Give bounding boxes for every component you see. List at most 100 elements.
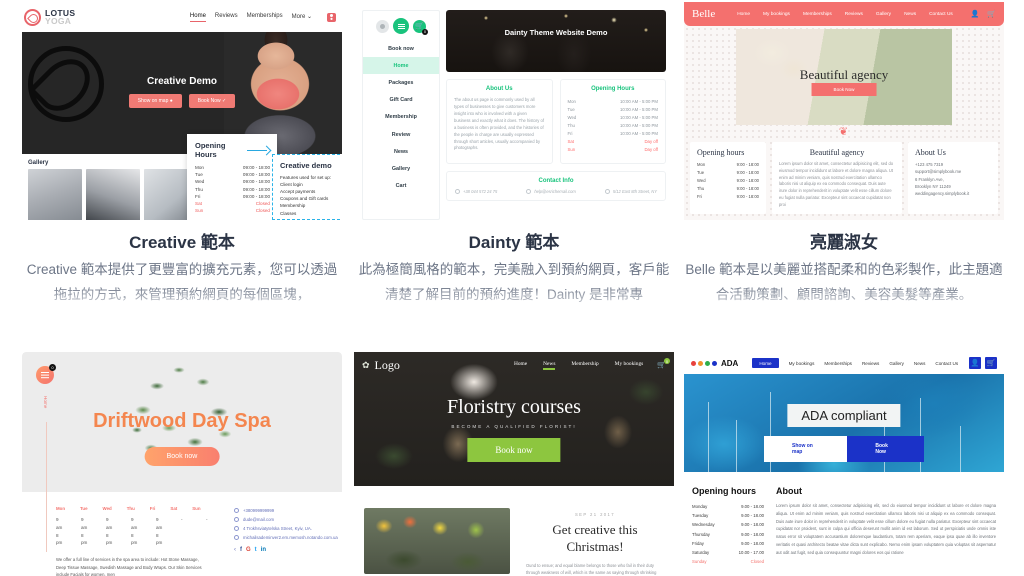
lotus-watermark-icon xyxy=(27,38,112,138)
about-agency-text: Lorem ipsum dolor sit amet, consectetur … xyxy=(779,161,894,207)
menu-item-cart[interactable]: Cart xyxy=(363,178,439,195)
contact-address: 4 Trokhsviatytelska Street, Kyiv, UA. xyxy=(234,524,338,533)
belle-nav-reviews[interactable]: Reviews xyxy=(845,12,863,17)
floristry-nav-membership[interactable]: Membership xyxy=(571,361,598,370)
book-now-button[interactable]: Book Now xyxy=(811,83,877,96)
belle-nav-contact-us[interactable]: Contact Us xyxy=(929,12,953,17)
lotus-nav-home[interactable]: Home xyxy=(189,13,206,22)
about-us-title: About Us xyxy=(915,148,946,157)
ada-nav-my-bookings[interactable]: My bookings xyxy=(789,361,815,366)
show-on-map-button[interactable]: Show on map ● xyxy=(128,94,182,108)
menu-icon[interactable]: 0 xyxy=(36,364,56,384)
spa-hero-title: Driftwood Day Spa xyxy=(93,410,271,432)
belle-nav-memberships[interactable]: Memberships xyxy=(803,12,832,17)
leaf-icon: ✿ xyxy=(362,359,370,370)
menu-item-gift-card[interactable]: Gift Card xyxy=(363,92,439,109)
floristry-logo[interactable]: ✿ Logo xyxy=(362,358,400,373)
ada-hero-title: ADA compliant xyxy=(787,404,901,427)
menu-item-membership[interactable]: Membership xyxy=(363,109,439,126)
spa-hours: Mon Tue Wed Thu Fri Sat Sun 9 am 9 am 9 … xyxy=(56,506,216,547)
menu-item-news[interactable]: News xyxy=(363,143,439,160)
book-now-button[interactable]: Book now xyxy=(467,438,561,462)
opening-hours-title: Opening Hours xyxy=(591,86,635,92)
caption-body: 此為極簡風格的範本，完美融入到預約網頁，客戶能清楚了解目前的預約進度！Daint… xyxy=(358,262,670,302)
lotus-navbar: LOTUS YOGA Home Reviews Memberships More… xyxy=(22,2,342,32)
pin-icon xyxy=(604,189,610,194)
share-icon[interactable]: ‹ xyxy=(234,544,236,557)
floristry-news-section: SEP 21 2017 Get creative this Christmas!… xyxy=(354,486,674,576)
lotus-logo[interactable]: LOTUS YOGA xyxy=(24,8,75,26)
book-now-button[interactable]: Book Now xyxy=(847,436,924,462)
card-ada-preview[interactable]: ADA Home My bookings Memberships Reviews… xyxy=(684,352,1004,576)
user-icon[interactable] xyxy=(376,19,389,33)
ada-nav-news[interactable]: News xyxy=(914,361,926,366)
cart-icon[interactable]: 🛒 xyxy=(985,357,997,369)
floristry-nav-my-bookings[interactable]: My bookings xyxy=(615,361,644,370)
hours-row: Monday 9.00 - 18.00 xyxy=(692,504,764,510)
menu-item-packages[interactable]: Packages xyxy=(363,74,439,91)
belle-nav-news[interactable]: News xyxy=(904,12,916,17)
dainty-menu: Book now Home Packages Gift Card Members… xyxy=(363,40,439,195)
belle-hero-title: Beautiful agency xyxy=(799,67,889,82)
logo-dot-icon xyxy=(705,360,710,366)
contact-info-title: Contact Info xyxy=(538,178,574,184)
menu-item-book-now[interactable]: Book now xyxy=(363,40,439,57)
belle-logo[interactable]: Belle xyxy=(692,8,715,20)
opening-hours-panel: Opening Hours Mon 09:00 - 18:00 Tue 09:00 … xyxy=(187,134,277,220)
about-us-panel: About Us +123 475 7319 support@simplyboo… xyxy=(908,142,998,215)
news-date: SEP 21 2017 xyxy=(574,512,615,517)
user-icon[interactable]: 👤 xyxy=(969,357,981,369)
hours-row: Thu 09:00 - 18:00 xyxy=(195,186,270,192)
contact-email: help@esrichemail.com xyxy=(526,189,576,194)
card-belle-preview[interactable]: Belle Home My bookings Memberships Revie… xyxy=(684,2,1004,220)
gallery-photo[interactable] xyxy=(28,169,82,220)
card-spa-preview[interactable]: 0 Home Driftwood Day Spa Book now Mon Tu… xyxy=(22,352,342,576)
dainty-sidebar: 🛒 0 Book now Home Packages Gift Card Memb… xyxy=(362,10,440,220)
card-dainty-preview[interactable]: 🛒 0 Book now Home Packages Gift Card Memb… xyxy=(354,2,674,220)
facebook-icon[interactable]: f xyxy=(240,544,242,557)
about-text: Lorem ipsum dolor sit amet, consectetur … xyxy=(776,503,996,555)
menu-icon[interactable] xyxy=(393,18,409,34)
ada-nav-reviews[interactable]: Reviews xyxy=(862,361,879,366)
about-agency-title: Beautiful agency xyxy=(809,148,865,157)
belle-nav-my-bookings[interactable]: My bookings xyxy=(763,12,790,17)
floristry-nav-home[interactable]: Home xyxy=(514,361,527,370)
gallery-photo[interactable] xyxy=(86,169,140,220)
ada-nav-contact-us[interactable]: Contact Us xyxy=(935,361,958,366)
hours-row: Sun Closed xyxy=(195,208,270,214)
menu-item-review[interactable]: Review xyxy=(363,126,439,143)
linkedin-icon[interactable]: in xyxy=(261,544,266,557)
floristry-nav-news[interactable]: News xyxy=(543,361,556,370)
lotus-nav-memberships[interactable]: Memberships xyxy=(247,13,283,21)
cart-icon[interactable]: 🛒 xyxy=(987,10,996,18)
book-now-button[interactable]: Book Now ✓ xyxy=(188,94,236,108)
cart-icon[interactable]: 🛒 0 xyxy=(413,19,428,35)
account-icon[interactable] xyxy=(327,12,336,22)
twitter-icon[interactable]: t xyxy=(255,544,257,557)
ada-nav-gallery[interactable]: Gallery xyxy=(889,361,904,366)
user-icon[interactable]: 👤 xyxy=(971,10,980,18)
vertical-nav-label[interactable]: Home xyxy=(43,396,48,408)
card-floristry-preview[interactable]: ✿ Logo Home News Membership My bookings … xyxy=(354,352,674,576)
menu-item-home[interactable]: Home xyxy=(363,57,439,75)
lotus-nav-more[interactable]: More ⌄ xyxy=(292,13,312,22)
lotus-nav-reviews[interactable]: Reviews xyxy=(215,13,238,21)
ada-nav-home[interactable]: Home xyxy=(752,358,779,368)
book-now-button[interactable]: Book now xyxy=(144,447,220,466)
feature-item: Membership xyxy=(280,203,306,209)
show-on-map-button[interactable]: Show on map xyxy=(764,436,848,462)
caption-title: 亮麗淑女 xyxy=(810,233,878,252)
menu-item-gallery[interactable]: Gallery xyxy=(363,160,439,177)
news-title: Get creative this Christmas! xyxy=(552,522,638,554)
belle-nav-gallery[interactable]: Gallery xyxy=(876,12,891,17)
google-icon[interactable]: G xyxy=(246,544,251,557)
creative-demo-title: Creative demo xyxy=(280,161,332,170)
cart-icon[interactable]: 🛒 0 xyxy=(657,358,670,369)
ada-nav-memberships[interactable]: Memberships xyxy=(824,361,852,366)
belle-nav-home[interactable]: Home xyxy=(737,12,750,17)
cart-badge: 0 xyxy=(49,364,56,371)
ada-logo[interactable]: ADA xyxy=(691,359,738,368)
hours-row: Mon 9:00 - 18:00 xyxy=(697,162,759,168)
card-creative-preview[interactable]: LOTUS YOGA Home Reviews Memberships More… xyxy=(22,2,342,220)
floristry-navbar: ✿ Logo Home News Membership My bookings … xyxy=(354,352,674,378)
